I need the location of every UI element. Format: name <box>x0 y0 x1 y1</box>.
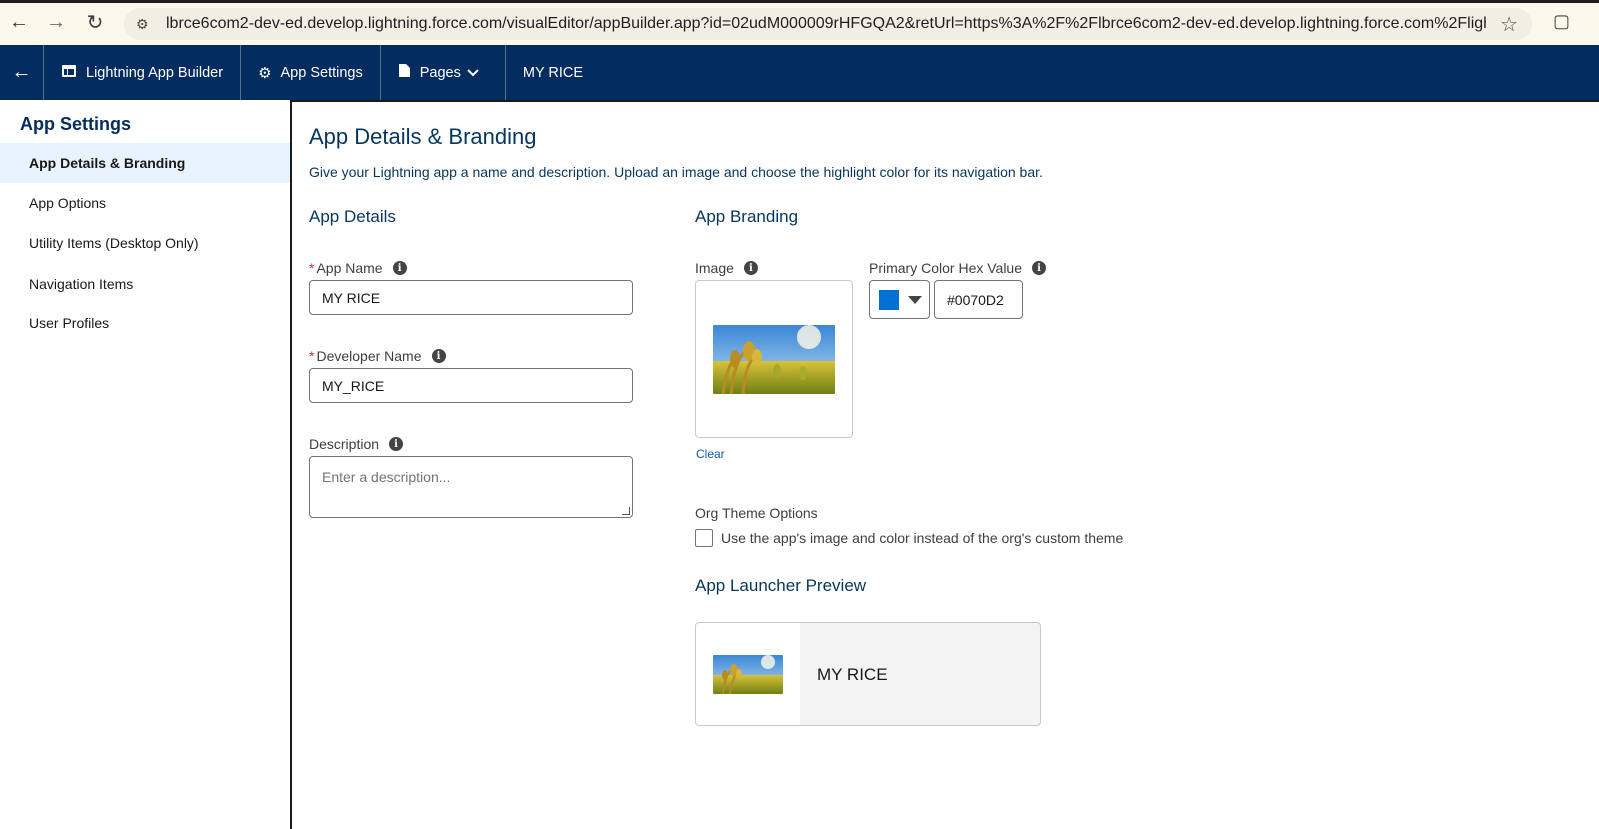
back-button[interactable]: ← <box>0 45 44 100</box>
resize-handle-icon[interactable] <box>622 507 630 515</box>
preview-image-area <box>696 623 800 725</box>
page-title: App Details & Branding <box>309 124 537 149</box>
app-branding-heading: App Branding <box>695 207 799 226</box>
gear-icon: ⚙ <box>258 64 272 82</box>
back-arrow-icon[interactable]: ← <box>0 3 38 41</box>
lightning-app-builder-button[interactable]: Lightning App Builder <box>44 45 242 100</box>
color-swatch <box>879 289 899 310</box>
pages-label: Pages <box>419 64 461 81</box>
info-icon[interactable]: i <box>743 261 758 275</box>
image-label: Image i <box>695 260 758 276</box>
color-picker-button[interactable] <box>869 280 930 319</box>
app-name-label: * App Name i <box>309 260 407 276</box>
org-theme-checkbox[interactable] <box>695 529 713 547</box>
site-info-icon[interactable]: ⚙ <box>136 16 156 33</box>
settings-sidebar: App Settings App Details & Branding App … <box>0 100 290 829</box>
app-launcher-preview-heading: App Launcher Preview <box>695 576 867 595</box>
description-textarea[interactable]: Enter a description... <box>309 456 633 518</box>
page-icon <box>398 63 411 82</box>
sidebar-item-navigation-items[interactable]: Navigation Items <box>0 264 290 304</box>
back-arrow-icon: ← <box>11 61 32 83</box>
chevron-down-icon <box>467 65 479 81</box>
page-description: Give your Lightning app a name and descr… <box>309 164 1043 180</box>
description-placeholder: Enter a description... <box>322 469 451 485</box>
extensions-icon[interactable]: ▢ <box>1553 11 1570 32</box>
sidebar-item-app-details-branding[interactable]: App Details & Branding <box>0 143 290 183</box>
preview-rice-image <box>713 655 783 694</box>
app-builder-icon <box>61 63 77 83</box>
address-bar[interactable]: ⚙ lbrce6com2-dev-ed.develop.lightning.fo… <box>124 8 1532 40</box>
info-icon[interactable]: i <box>389 437 404 451</box>
app-title: MY RICE <box>522 64 584 81</box>
app-builder-label: Lightning App Builder <box>86 64 224 81</box>
org-theme-checkbox-label[interactable]: Use the app's image and color instead of… <box>721 530 1123 546</box>
developer-name-label-text: Developer Name <box>316 348 422 364</box>
pages-dropdown[interactable]: Pages <box>381 45 506 100</box>
app-name-input[interactable]: MY RICE <box>309 280 633 315</box>
app-details-heading: App Details <box>309 207 396 226</box>
info-icon[interactable]: i <box>1032 261 1047 275</box>
org-theme-label: Org Theme Options <box>695 505 818 521</box>
hex-color-input[interactable]: #0070D2 <box>934 280 1023 319</box>
app-details-branding-panel: App Details & Branding Give your Lightni… <box>290 100 1599 829</box>
primary-color-label-text: Primary Color Hex Value <box>869 260 1023 276</box>
forward-arrow-icon[interactable]: → <box>37 3 75 41</box>
primary-color-label: Primary Color Hex Value i <box>869 260 1047 276</box>
rice-field-image <box>713 325 835 394</box>
sidebar-item-user-profiles[interactable]: User Profiles <box>0 303 290 343</box>
info-icon[interactable]: i <box>392 261 407 275</box>
required-marker: * <box>309 348 315 364</box>
developer-name-input[interactable]: MY_RICE <box>309 368 633 403</box>
sidebar-item-utility-items[interactable]: Utility Items (Desktop Only) <box>0 223 290 263</box>
app-settings-button[interactable]: ⚙ App Settings <box>241 45 381 100</box>
sidebar-item-app-options[interactable]: App Options <box>0 183 290 223</box>
app-launcher-preview-card: MY RICE <box>695 622 1041 726</box>
caret-down-icon <box>908 295 922 304</box>
image-upload-box[interactable] <box>695 280 853 438</box>
app-builder-header: ← Lightning App Builder ⚙ App Settings P… <box>0 45 1599 100</box>
required-marker: * <box>309 260 315 276</box>
info-icon[interactable]: i <box>431 349 446 363</box>
description-label: Description i <box>309 436 404 452</box>
image-label-text: Image <box>695 260 734 276</box>
reload-icon[interactable]: ↻ <box>76 3 114 41</box>
browser-toolbar: ← → ↻ ⚙ lbrce6com2-dev-ed.develop.lightn… <box>0 0 1599 44</box>
clear-image-link[interactable]: Clear <box>696 447 725 461</box>
bookmark-star-icon[interactable]: ☆ <box>1500 12 1518 37</box>
app-settings-label: App Settings <box>280 64 363 81</box>
sidebar-heading: App Settings <box>20 114 131 134</box>
description-label-text: Description <box>309 436 380 452</box>
developer-name-label: * Developer Name i <box>309 348 446 364</box>
preview-app-name: MY RICE <box>817 665 888 684</box>
app-name-label-text: App Name <box>316 260 383 276</box>
url-text[interactable]: lbrce6com2-dev-ed.develop.lightning.forc… <box>166 15 1486 33</box>
